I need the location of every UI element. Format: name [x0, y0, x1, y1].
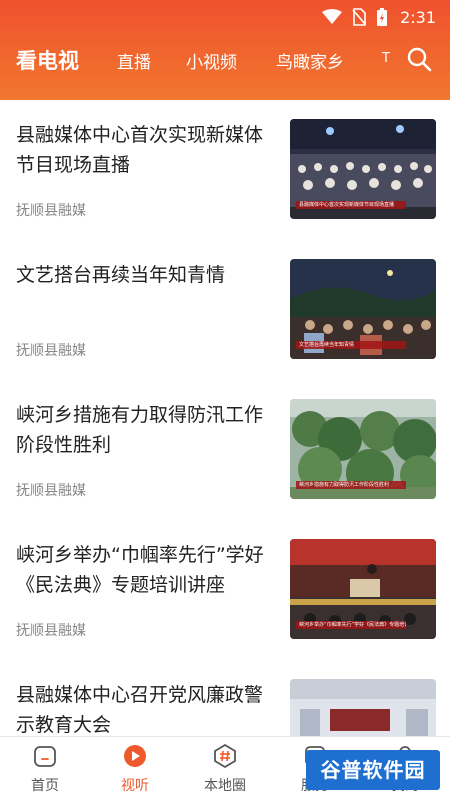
thumbnail-caption: 县融媒体中心首次实现新媒体节目现场直播 — [296, 201, 406, 209]
site-watermark: 谷普软件园 — [306, 750, 440, 790]
home-icon — [34, 746, 56, 767]
status-bar: 2:31 — [0, 0, 450, 32]
status-time: 2:31 — [400, 7, 436, 27]
thumbnail-caption: 峡河乡举办“巾帼率先行”学好《民法典》专题培训讲座 — [296, 621, 406, 629]
news-title: 峡河乡举办“巾帼率先行”学好《民法典》专题培训讲座 — [16, 544, 264, 596]
news-source: 抚顺县融媒 — [16, 203, 86, 219]
battery-charging-icon — [377, 8, 388, 26]
hashtag-icon — [214, 743, 236, 769]
wifi-icon — [322, 9, 343, 24]
news-item[interactable]: 峡河乡措施有力取得防汛工作阶段性胜利 抚顺县融媒 峡河乡措施有力取得防汛工作阶段… — [0, 380, 450, 520]
tab-more[interactable]: Т — [382, 51, 390, 66]
tab-live[interactable]: 直播 — [117, 48, 151, 73]
top-header: 2:31 看电视 直播 小视频 鸟瞰家乡 Т — [0, 0, 450, 100]
nav-local-circle[interactable]: 本地圈 — [190, 743, 260, 797]
tab-birds-eye-hometown[interactable]: 鸟瞰家乡 — [276, 48, 344, 73]
channel-tabs: 看电视 直播 小视频 鸟瞰家乡 Т — [0, 40, 450, 80]
nav-audiovisual[interactable]: 视听 — [100, 743, 170, 797]
news-title: 县融媒体中心召开党风廉政警示教育大会 — [16, 684, 264, 736]
news-item[interactable]: 县融媒体中心召开党风廉政警示教育大会 — [0, 660, 450, 736]
no-sim-icon — [352, 8, 366, 26]
tab-watch-tv[interactable]: 看电视 — [16, 45, 79, 75]
news-thumbnail: 峡河乡举办“巾帼率先行”学好《民法典》专题培训讲座 — [290, 539, 436, 639]
news-source: 抚顺县融媒 — [16, 343, 86, 359]
news-thumbnail: 文艺搭台再续当年知青情 — [290, 259, 436, 359]
nav-home[interactable]: 首页 — [10, 743, 80, 797]
thumbnail-caption: 峡河乡措施有力取得防汛工作阶段性胜利 — [296, 481, 406, 489]
news-thumbnail: 县融媒体中心首次实现新媒体节目现场直播 — [290, 119, 436, 219]
nav-local-circle-label: 本地圈 — [204, 778, 246, 794]
news-feed: 县融媒体中心首次实现新媒体节目现场直播 抚顺县融媒 县融媒体中心首次实现新媒体节… — [0, 100, 450, 736]
news-thumbnail: 峡河乡措施有力取得防汛工作阶段性胜利 — [290, 399, 436, 499]
news-item[interactable]: 县融媒体中心首次实现新媒体节目现场直播 抚顺县融媒 县融媒体中心首次实现新媒体节… — [0, 100, 450, 240]
news-title: 峡河乡措施有力取得防汛工作阶段性胜利 — [16, 404, 264, 456]
news-title: 县融媒体中心首次实现新媒体节目现场直播 — [16, 124, 264, 176]
news-thumbnail — [290, 679, 436, 736]
meeting-hall-image — [290, 679, 436, 736]
thumbnail-caption: 文艺搭台再续当年知青情 — [296, 341, 406, 349]
search-icon[interactable] — [406, 46, 432, 72]
nav-audiovisual-label: 视听 — [121, 778, 149, 794]
news-title: 文艺搭台再续当年知青情 — [16, 264, 226, 286]
news-source: 抚顺县融媒 — [16, 623, 86, 639]
nav-home-label: 首页 — [31, 778, 59, 794]
news-item[interactable]: 峡河乡举办“巾帼率先行”学好《民法典》专题培训讲座 抚顺县融媒 峡河乡举办“巾帼… — [0, 520, 450, 660]
news-source: 抚顺县融媒 — [16, 483, 86, 499]
status-icons: 2:31 — [322, 6, 436, 28]
play-icon — [124, 745, 146, 767]
news-item[interactable]: 文艺搭台再续当年知青情 抚顺县融媒 文艺搭台再续当年知青情 — [0, 240, 450, 380]
tab-short-video[interactable]: 小视频 — [186, 48, 237, 73]
